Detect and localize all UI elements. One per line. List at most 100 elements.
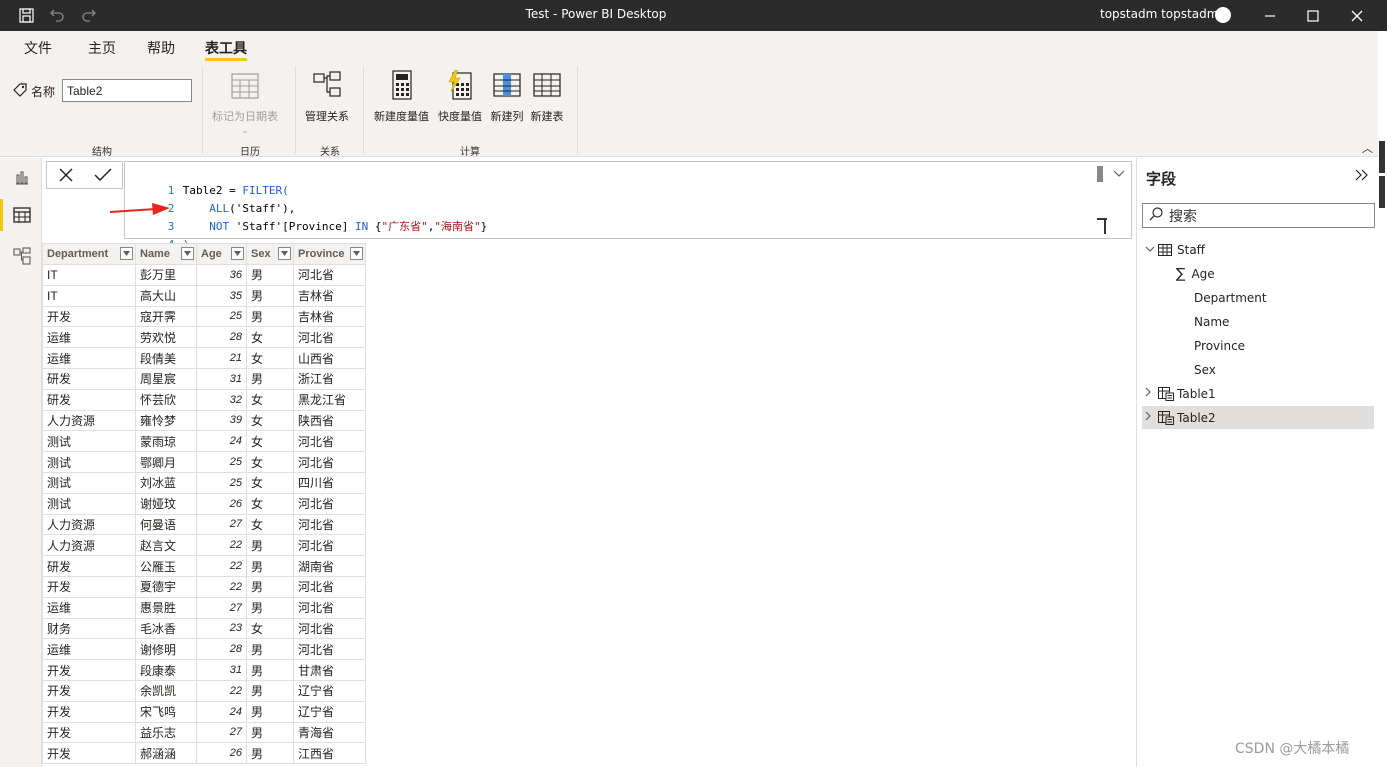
table-cell-province[interactable]: 湖南省: [293, 555, 366, 577]
table-row[interactable]: 测试 鄂卿月 25 女河北省: [42, 451, 366, 473]
table-row[interactable]: 开发 郝涵涵 26 男江西省: [42, 742, 366, 765]
quick-measure-button[interactable]: 快度量值: [438, 68, 482, 124]
table-cell-age[interactable]: 31: [196, 367, 247, 390]
table-cell-sex[interactable]: 男: [246, 534, 294, 557]
data-view-icon[interactable]: [6, 199, 38, 231]
table-cell-name[interactable]: 彭万里: [135, 264, 197, 286]
table-cell-sex[interactable]: 男: [246, 700, 294, 723]
table-cell-name[interactable]: 赵言文: [135, 534, 197, 557]
table-cell-department[interactable]: 开发: [42, 721, 136, 744]
table-cell-name[interactable]: 段倩美: [135, 347, 197, 369]
table-cell-province[interactable]: 河北省: [293, 451, 366, 473]
table-row[interactable]: 财务 毛冰香 23 女河北省: [42, 617, 366, 640]
table-cell-department[interactable]: 测试: [42, 451, 136, 473]
table-row[interactable]: 人力资源 赵言文 22 男河北省: [42, 534, 366, 557]
table-row[interactable]: 开发 寇开霁 25 男吉林省: [42, 305, 366, 328]
table-cell-name[interactable]: 益乐志: [135, 721, 197, 744]
table-cell-sex[interactable]: 女: [246, 471, 294, 494]
table-cell-sex[interactable]: 女: [246, 492, 294, 515]
table-cell-age[interactable]: 27: [196, 596, 247, 619]
table-cell-age[interactable]: 22: [196, 575, 247, 598]
collapse-pane-icon[interactable]: [1355, 166, 1369, 185]
new-measure-button[interactable]: 新建度量值: [374, 68, 429, 124]
table-cell-name[interactable]: 余凯凯: [135, 679, 197, 702]
table-cell-sex[interactable]: 男: [246, 284, 294, 307]
table-cell-department[interactable]: 研发: [42, 388, 136, 411]
table-row[interactable]: 运维 惠景胜 27 男河北省: [42, 596, 366, 619]
manage-relationships-button[interactable]: 管理关系: [305, 68, 349, 124]
table-cell-name[interactable]: 刘冰蓝: [135, 471, 197, 494]
editor-resize-handle[interactable]: [1104, 218, 1106, 234]
table-cell-department[interactable]: 财务: [42, 617, 136, 640]
table-cell-age[interactable]: 27: [196, 513, 247, 536]
table-cell-department[interactable]: IT: [42, 264, 136, 286]
table-cell-province[interactable]: 河北省: [293, 326, 366, 349]
table-cell-age[interactable]: 28: [196, 326, 247, 349]
table-cell-department[interactable]: IT: [42, 284, 136, 307]
chevron-down-icon[interactable]: [1145, 243, 1155, 256]
table-cell-age[interactable]: 25: [196, 471, 247, 494]
table-cell-province[interactable]: 河北省: [293, 575, 366, 598]
table-cell-province[interactable]: 山西省: [293, 347, 366, 369]
table-row[interactable]: 研发 周星宸 31 男浙江省: [42, 367, 366, 390]
table-row[interactable]: 开发 益乐志 27 男青海省: [42, 721, 366, 744]
table-row[interactable]: 测试 蒙雨琼 24 女河北省: [42, 430, 366, 453]
table-cell-sex[interactable]: 男: [246, 367, 294, 390]
table-cell-department[interactable]: 开发: [42, 305, 136, 328]
table-cell-sex[interactable]: 女: [246, 409, 294, 432]
field-name[interactable]: Name: [1142, 310, 1374, 333]
table-cell-name[interactable]: 蒙雨琼: [135, 430, 197, 453]
table-cell-name[interactable]: 毛冰香: [135, 617, 197, 640]
table-cell-sex[interactable]: 女: [246, 617, 294, 640]
table-cell-age[interactable]: 24: [196, 430, 247, 453]
table-cell-province[interactable]: 河北省: [293, 430, 366, 453]
table-name-input[interactable]: [62, 79, 192, 102]
table-cell-province[interactable]: 河北省: [293, 617, 366, 640]
table-cell-department[interactable]: 测试: [42, 492, 136, 515]
table-cell-name[interactable]: 雍怜梦: [135, 409, 197, 432]
table-cell-department[interactable]: 开发: [42, 742, 136, 765]
table-cell-name[interactable]: 怀芸欣: [135, 388, 197, 411]
table-row[interactable]: 运维 谢修明 28 男河北省: [42, 638, 366, 661]
table-row[interactable]: 运维 劳欢悦 28 女河北省: [42, 326, 366, 349]
table-cell-age[interactable]: 27: [196, 721, 247, 744]
table-cell-age[interactable]: 22: [196, 534, 247, 557]
table-cell-province[interactable]: 甘肃省: [293, 659, 366, 681]
table-cell-name[interactable]: 惠景胜: [135, 596, 197, 619]
table-cell-age[interactable]: 26: [196, 492, 247, 515]
table-cell-province[interactable]: 江西省: [293, 742, 366, 765]
table-cell-province[interactable]: 陕西省: [293, 409, 366, 432]
table-row[interactable]: 人力资源 何曼语 27 女河北省: [42, 513, 366, 536]
chevron-down-icon[interactable]: [1113, 168, 1125, 181]
table-cell-age[interactable]: 28: [196, 638, 247, 661]
chevron-down-icon[interactable]: [350, 247, 363, 260]
editor-scrollbar[interactable]: [1097, 166, 1103, 182]
table-cell-province[interactable]: 河北省: [293, 596, 366, 619]
dax-formula-editor[interactable]: 1 Table2 = FILTER( 2 ALL('Staff'), 3 NOT …: [124, 161, 1132, 251]
table-row[interactable]: 开发 宋飞鸣 24 男辽宁省: [42, 700, 366, 723]
table-cell-department[interactable]: 研发: [42, 555, 136, 577]
minimize-icon[interactable]: [1248, 0, 1292, 31]
table-cell-province[interactable]: 辽宁省: [293, 700, 366, 723]
close-icon[interactable]: [1335, 0, 1379, 31]
table-cell-age[interactable]: 21: [196, 347, 247, 369]
table-cell-sex[interactable]: 男: [246, 596, 294, 619]
table-cell-sex[interactable]: 男: [246, 679, 294, 702]
table-cell-sex[interactable]: 男: [246, 305, 294, 328]
table-cell-name[interactable]: 劳欢悦: [135, 326, 197, 349]
field-table-staff[interactable]: Staff: [1142, 238, 1374, 261]
table-cell-age[interactable]: 31: [196, 659, 247, 681]
table-cell-province[interactable]: 浙江省: [293, 367, 366, 390]
table-cell-department[interactable]: 开发: [42, 679, 136, 702]
table-row[interactable]: 测试 谢娅玟 26 女河北省: [42, 492, 366, 515]
tab-help[interactable]: 帮助: [147, 38, 175, 58]
table-cell-sex[interactable]: 女: [246, 513, 294, 536]
table-cell-age[interactable]: 25: [196, 451, 247, 473]
table-cell-province[interactable]: 河北省: [293, 492, 366, 515]
table-cell-age[interactable]: 22: [196, 679, 247, 702]
table-cell-name[interactable]: 郝涵涵: [135, 742, 197, 765]
table-cell-department[interactable]: 人力资源: [42, 409, 136, 432]
maximize-icon[interactable]: [1291, 0, 1335, 31]
table-cell-name[interactable]: 高大山: [135, 284, 197, 307]
new-table-button[interactable]: 新建表: [530, 68, 564, 124]
